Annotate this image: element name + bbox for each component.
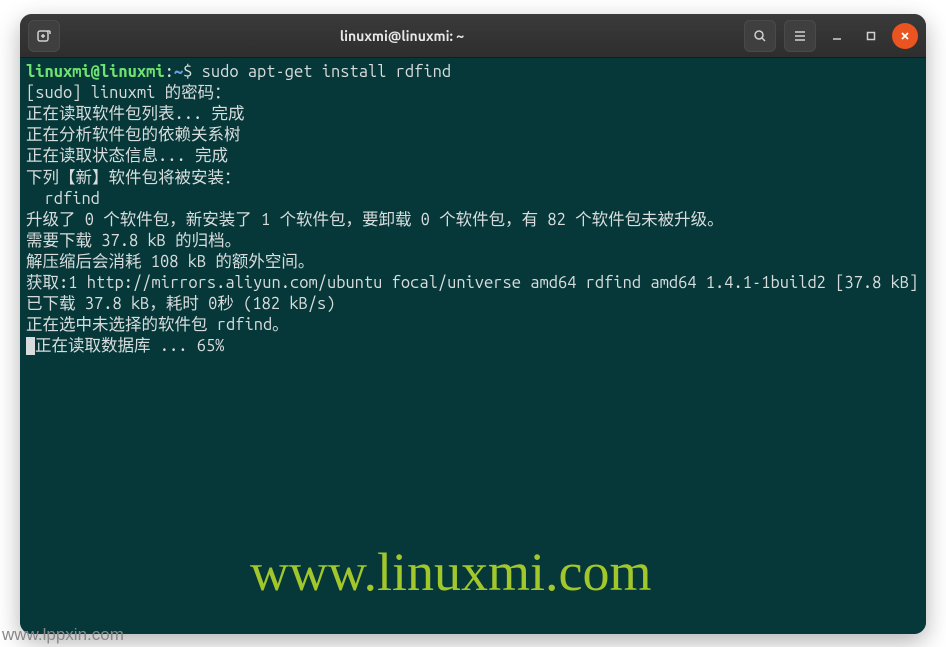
output-line: 解压缩后会消耗 108 kB 的额外空间。 bbox=[26, 252, 920, 273]
output-line: rdfind bbox=[26, 189, 920, 210]
output-line: [sudo] linuxmi 的密码： bbox=[26, 83, 920, 104]
output-line: 正在选中未选择的软件包 rdfind。 bbox=[26, 315, 920, 336]
maximize-icon bbox=[865, 30, 877, 42]
prompt-separator: : bbox=[165, 63, 174, 81]
command-text: sudo apt-get install rdfind bbox=[202, 63, 451, 81]
menu-button[interactable] bbox=[784, 20, 816, 52]
titlebar-right-controls bbox=[744, 20, 918, 52]
terminal-window: linuxmi@linuxmi: ~ bbox=[20, 14, 926, 634]
prompt-line: linuxmi@linuxmi:~$ sudo apt-get install … bbox=[26, 62, 920, 83]
output-line: 已下载 37.8 kB，耗时 0秒 (182 kB/s) bbox=[26, 294, 920, 315]
output-line: 获取:1 http://mirrors.aliyun.com/ubuntu fo… bbox=[26, 273, 920, 294]
hamburger-icon bbox=[792, 28, 808, 44]
watermark-bottom: www.lppxin.com bbox=[2, 625, 124, 645]
output-line: 正在分析软件包的依赖关系树 bbox=[26, 125, 920, 146]
new-tab-icon bbox=[36, 28, 52, 44]
terminal-output-area[interactable]: linuxmi@linuxmi:~$ sudo apt-get install … bbox=[20, 58, 926, 634]
window-title: linuxmi@linuxmi: ~ bbox=[60, 28, 744, 44]
output-line: 下列【新】软件包将被安装： bbox=[26, 168, 920, 189]
output-line: 需要下载 37.8 kB 的归档。 bbox=[26, 231, 920, 252]
prompt-path: ~ bbox=[174, 63, 183, 81]
close-icon bbox=[899, 30, 911, 42]
output-line: 正在读取状态信息... 完成 bbox=[26, 146, 920, 167]
watermark-main: www.linuxmi.com bbox=[250, 538, 651, 607]
prompt-user-host: linuxmi@linuxmi bbox=[26, 63, 165, 81]
prompt-symbol: $ bbox=[183, 63, 192, 81]
window-titlebar: linuxmi@linuxmi: ~ bbox=[20, 14, 926, 58]
output-line: 正在读取软件包列表... 完成 bbox=[26, 104, 920, 125]
progress-text: 正在读取数据库 ... 65% bbox=[35, 337, 224, 355]
minimize-button[interactable] bbox=[824, 23, 850, 49]
new-tab-button[interactable] bbox=[28, 20, 60, 52]
search-icon bbox=[752, 28, 768, 44]
minimize-icon bbox=[831, 30, 843, 42]
output-line: 升级了 0 个软件包，新安装了 1 个软件包，要卸载 0 个软件包，有 82 个… bbox=[26, 210, 920, 231]
cursor bbox=[26, 337, 35, 355]
progress-line: 正在读取数据库 ... 65% bbox=[26, 336, 920, 357]
search-button[interactable] bbox=[744, 20, 776, 52]
titlebar-left-controls bbox=[28, 20, 60, 52]
maximize-button[interactable] bbox=[858, 23, 884, 49]
close-button[interactable] bbox=[892, 23, 918, 49]
